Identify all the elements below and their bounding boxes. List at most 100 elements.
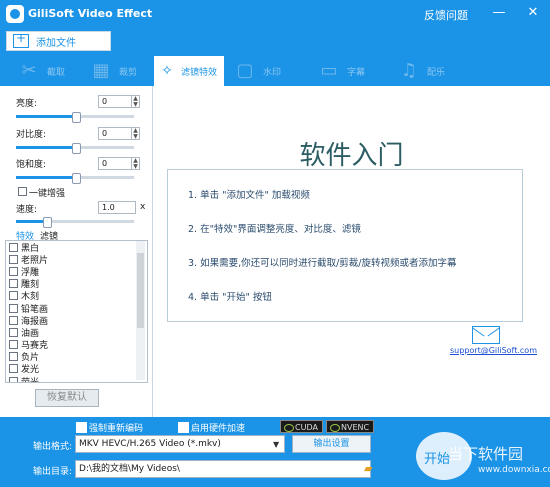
list-item[interactable]: 黑白	[6, 241, 147, 254]
effect-checkbox[interactable]	[9, 376, 18, 382]
subtitle-icon: ▭	[320, 60, 338, 81]
feedback-link[interactable]: 反馈问题	[424, 7, 468, 23]
tab-music[interactable]: ♫ 配乐	[396, 56, 456, 86]
brightness-stepper[interactable]: ▲ ▼	[132, 95, 140, 108]
mail-icon[interactable]	[472, 326, 500, 344]
effect-checkbox[interactable]	[9, 291, 18, 301]
add-file-label: 添加文件	[36, 37, 76, 49]
step-3: 3. 如果需要,你还可以同时进行截取/剪裁/旋转视频或者添加字幕	[188, 258, 457, 269]
hw-accel-label: 启用硬件加速	[191, 424, 246, 434]
chevron-down-icon[interactable]: ▼	[273, 440, 279, 449]
tab-label: 字幕	[347, 67, 366, 78]
force-reencode-checkbox[interactable]	[76, 422, 87, 433]
effect-checkbox[interactable]	[9, 303, 18, 313]
watermark-icon: ▢	[236, 60, 254, 81]
effect-checkbox[interactable]	[9, 266, 18, 276]
effect-checkbox[interactable]	[9, 364, 18, 374]
effect-label: 发光	[21, 365, 40, 376]
saturation-slider-handle[interactable]	[72, 173, 81, 184]
enhance-checkbox[interactable]	[18, 187, 27, 196]
list-item[interactable]: 老照片	[6, 253, 147, 266]
hw-accel-checkbox[interactable]	[178, 422, 189, 433]
close-button[interactable]: ✕	[522, 3, 544, 23]
effect-label: 黑白	[21, 243, 40, 254]
tab-label: 滤镜特效	[181, 67, 218, 78]
step-1: 1. 单击 "添加文件" 加载视频	[188, 190, 310, 201]
tab-crop[interactable]: ▦ 裁剪	[88, 56, 148, 86]
list-item[interactable]: 发光	[6, 363, 147, 375]
output-dir-label: 输出目录:	[33, 467, 73, 477]
effects-list: 黑白 老照片 浮雕 雕刻 木刻 铅笔画 海报画 油画 马赛克 负片 发光 荧光	[5, 240, 148, 383]
contrast-stepper[interactable]: ▲ ▼	[132, 127, 140, 140]
support-email-link[interactable]: support@GiliSoft.com	[450, 346, 537, 355]
brightness-slider-handle[interactable]	[72, 112, 81, 123]
list-item[interactable]: 木刻	[6, 290, 147, 302]
reset-default-button[interactable]: 恢复默认	[35, 389, 99, 407]
effect-label: 雕刻	[21, 280, 40, 291]
effect-checkbox[interactable]	[9, 340, 18, 350]
saturation-stepper[interactable]: ▲ ▼	[132, 157, 140, 170]
effect-checkbox[interactable]	[9, 279, 18, 289]
tab-filter-effects[interactable]: ✧ 滤镜特效	[154, 56, 224, 86]
app-title: GiliSoft Video Effect	[28, 7, 153, 20]
speed-slider-fill	[16, 220, 46, 223]
cuda-badge: CUDA	[280, 420, 323, 433]
music-icon: ♫	[400, 60, 418, 81]
speed-input[interactable]: 1.0	[98, 201, 136, 214]
cut-icon: ✂	[21, 60, 37, 81]
add-file-icon	[13, 31, 29, 48]
effect-checkbox[interactable]	[9, 254, 18, 264]
contrast-slider-handle[interactable]	[72, 143, 81, 154]
tab-label: 水印	[263, 67, 282, 78]
list-item[interactable]: 浮雕	[6, 265, 147, 278]
effect-label: 铅笔画	[21, 304, 49, 315]
speed-slider-handle[interactable]	[43, 217, 52, 228]
brightness-slider-fill	[16, 115, 75, 118]
effect-label: 海报画	[21, 316, 49, 327]
tab-cut[interactable]: ✂ 截取	[16, 56, 76, 86]
list-item[interactable]: 铅笔画	[6, 302, 147, 315]
effect-label: 木刻	[21, 292, 40, 303]
app-logo-icon	[6, 5, 24, 23]
folder-icon[interactable]: ▰	[364, 462, 372, 475]
list-item[interactable]: 荧光	[6, 375, 147, 382]
effect-checkbox[interactable]	[9, 315, 18, 325]
minimize-button[interactable]: —	[488, 3, 510, 23]
output-format-select[interactable]: MKV HEVC/H.265 Video (*.mkv)	[75, 435, 285, 453]
effects-scrollbar-thumb[interactable]	[137, 253, 144, 328]
force-reencode-label: 强制重新编码	[89, 424, 144, 434]
output-settings-button[interactable]: 输出设置	[292, 435, 371, 453]
tab-subtitle[interactable]: ▭ 字幕	[316, 56, 376, 86]
tab-label: 裁剪	[119, 67, 138, 78]
search-icon[interactable]: ⌕	[380, 460, 387, 475]
list-item[interactable]: 负片	[6, 351, 147, 363]
effect-checkbox[interactable]	[9, 327, 18, 337]
step-4: 4. 单击 "开始" 按钮	[188, 292, 272, 303]
speed-label: 速度:	[16, 205, 38, 215]
output-dir-input[interactable]: D:\我的文档\My Videos\	[75, 460, 371, 478]
nvenc-badge: NVENC	[326, 420, 375, 433]
watermark-text: 当下软件园	[448, 445, 524, 463]
watermark-url: www.downxia.com	[478, 465, 550, 475]
contrast-input[interactable]: 0	[98, 127, 132, 140]
list-item[interactable]: 油画	[6, 326, 147, 339]
brightness-label: 亮度:	[16, 99, 38, 109]
brightness-input[interactable]: 0	[98, 95, 132, 108]
list-item[interactable]: 马赛克	[6, 339, 147, 351]
start-label[interactable]: 开始	[424, 448, 450, 467]
effect-label: 马赛克	[21, 341, 49, 352]
add-file-button[interactable]: 添加文件	[6, 31, 111, 51]
contrast-label: 对比度:	[16, 130, 47, 140]
tab-watermark[interactable]: ▢ 水印	[232, 56, 292, 86]
saturation-input[interactable]: 0	[98, 157, 132, 170]
list-item[interactable]: 雕刻	[6, 278, 147, 290]
list-item[interactable]: 海报画	[6, 314, 147, 327]
tab-label: 截取	[47, 67, 66, 78]
magic-wand-icon: ✧	[161, 63, 173, 79]
saturation-slider-fill	[16, 176, 75, 179]
saturation-label: 饱和度:	[16, 160, 47, 170]
effect-checkbox[interactable]	[9, 352, 18, 362]
effect-checkbox[interactable]	[9, 242, 18, 252]
effect-label: 油画	[21, 328, 40, 339]
effect-label: 负片	[21, 353, 40, 364]
